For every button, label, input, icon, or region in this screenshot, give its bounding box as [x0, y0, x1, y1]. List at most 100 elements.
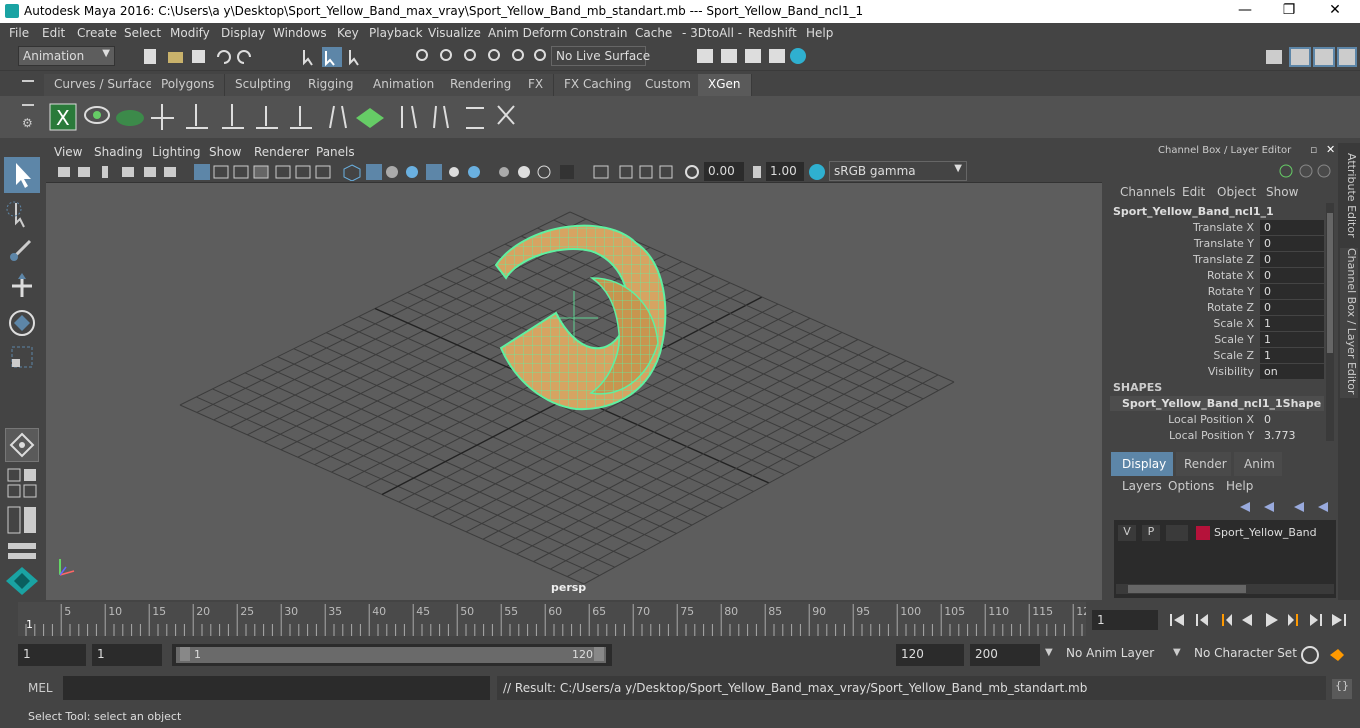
attr-value[interactable]: 0: [1260, 268, 1324, 283]
tab-attribute-editor[interactable]: Attribute Editor: [1340, 153, 1358, 238]
vp-menu-show[interactable]: Show: [209, 145, 241, 159]
playback-start-field[interactable]: 1: [92, 644, 162, 666]
exposure-field[interactable]: 0.00: [704, 162, 744, 181]
layer-row[interactable]: V P Sport_Yellow_Band: [1114, 524, 1336, 542]
attr-value[interactable]: 1: [1260, 316, 1324, 331]
layer-menu-help[interactable]: Help: [1226, 479, 1253, 493]
attr-value[interactable]: 0: [1260, 412, 1324, 427]
layout-preset-icons[interactable]: [6, 467, 40, 567]
current-frame-field[interactable]: 1: [1092, 610, 1158, 630]
attr-value[interactable]: 3.773: [1260, 428, 1324, 443]
cb-menu-channels[interactable]: Channels: [1120, 185, 1176, 199]
attr-value[interactable]: 0: [1260, 252, 1324, 267]
tab-rendering[interactable]: Rendering: [440, 74, 523, 96]
tab-custom[interactable]: Custom: [635, 74, 702, 96]
menu-playback[interactable]: Playback: [369, 26, 423, 40]
menu-visualize[interactable]: Visualize: [428, 26, 481, 40]
tab-fx[interactable]: FX: [518, 74, 555, 96]
close-panel-icon[interactable]: ✕: [1326, 143, 1335, 156]
gear-icon[interactable]: ⚙: [22, 116, 33, 130]
perspective-viewport[interactable]: persp: [46, 183, 1102, 600]
range-bar[interactable]: 1 120: [172, 644, 612, 666]
maximize-button[interactable]: ❐: [1274, 2, 1304, 18]
attr-value[interactable]: 0: [1260, 220, 1324, 235]
chevron-down-icon[interactable]: ▼: [1045, 647, 1053, 658]
attr-row-rotate-y[interactable]: Rotate Y 0: [1106, 284, 1326, 300]
sport-band-wireframe[interactable]: [46, 183, 1102, 600]
layer-playback-toggle[interactable]: P: [1142, 525, 1160, 541]
cb-menu-edit[interactable]: Edit: [1182, 185, 1205, 199]
attr-value[interactable]: on: [1260, 364, 1324, 379]
close-button[interactable]: ✕: [1320, 2, 1350, 18]
attr-row-visibility[interactable]: Visibility on: [1106, 364, 1326, 380]
layer-hscrollbar[interactable]: [1116, 584, 1334, 594]
anim-prefs-icons[interactable]: [1298, 643, 1358, 667]
live-surface-field[interactable]: No Live Surface: [551, 46, 650, 66]
layer-scroll-thumb[interactable]: [1128, 585, 1246, 593]
layer-type-toggle[interactable]: [1166, 525, 1188, 541]
layer-create-icons[interactable]: [1236, 498, 1332, 516]
vp-menu-panels[interactable]: Panels: [316, 145, 355, 159]
vp-menu-view[interactable]: View: [54, 145, 82, 159]
attr-row-local-position-x[interactable]: Local Position X 0: [1106, 412, 1326, 428]
anim-layer-dropdown[interactable]: No Anim Layer: [1062, 644, 1162, 664]
float-panel-icon[interactable]: ▫: [1310, 143, 1317, 156]
xgen-shelf-icons[interactable]: X: [46, 98, 526, 136]
menu-redshift[interactable]: Redshift: [748, 26, 797, 40]
range-handle[interactable]: 1 120: [176, 647, 606, 663]
object-name[interactable]: Sport_Yellow_Band_ncl1_1: [1113, 205, 1274, 218]
cb-scroll-thumb[interactable]: [1327, 213, 1333, 353]
tab-rigging[interactable]: Rigging: [298, 74, 365, 96]
cb-menu-object[interactable]: Object: [1217, 185, 1256, 199]
scene-start-field[interactable]: 1: [18, 644, 86, 666]
attr-value[interactable]: 0: [1260, 284, 1324, 299]
menu-constrain[interactable]: Constrain: [570, 26, 628, 40]
tab-display[interactable]: Display: [1111, 452, 1173, 476]
menuset-dropdown[interactable]: Animation ▼: [18, 46, 115, 66]
menu-key[interactable]: Key: [337, 26, 359, 40]
menu-select[interactable]: Select: [124, 26, 161, 40]
menu-modify[interactable]: Modify: [170, 26, 210, 40]
playback-end-field[interactable]: 120: [896, 644, 964, 666]
character-set-dropdown[interactable]: No Character Set: [1190, 644, 1297, 664]
tab-fx-caching[interactable]: FX Caching: [554, 74, 643, 96]
playback-controls[interactable]: [1166, 610, 1358, 630]
time-slider[interactable]: 5 10 15 20 25 30 35 40 45 50 55 60 65 70 75 80 85 90 95 100…: [0, 602, 1360, 637]
tab-anim[interactable]: Anim: [1234, 452, 1282, 476]
attr-value[interactable]: 0: [1260, 300, 1324, 315]
colorspace-dropdown[interactable]: sRGB gamma ▼: [829, 161, 967, 181]
attr-value[interactable]: 1: [1260, 348, 1324, 363]
tab-render[interactable]: Render: [1176, 452, 1231, 476]
menu-3dtoall[interactable]: - 3DtoAll -: [682, 26, 742, 40]
menu-create[interactable]: Create: [77, 26, 117, 40]
command-input[interactable]: [63, 676, 490, 700]
select-tool-button[interactable]: [4, 157, 40, 193]
vp-menu-renderer[interactable]: Renderer: [254, 145, 309, 159]
menu-cache[interactable]: Cache: [635, 26, 672, 40]
attr-row-translate-z[interactable]: Translate Z 0: [1106, 252, 1326, 268]
menu-anim-deform[interactable]: Anim Deform: [488, 26, 567, 40]
shelf-menu-icon[interactable]: [22, 80, 34, 82]
tab-polygons[interactable]: Polygons: [151, 74, 226, 96]
tab-animation[interactable]: Animation: [363, 74, 446, 96]
cb-menu-show[interactable]: Show: [1266, 185, 1298, 199]
mel-label[interactable]: MEL: [28, 681, 53, 695]
shelf-collapse-icon[interactable]: [22, 104, 34, 106]
vp-menu-lighting[interactable]: Lighting: [152, 145, 201, 159]
timeline-track[interactable]: 5 10 15 20 25 30 35 40 45 50 55 60 65 70 75 80 85 90 95 100…: [18, 602, 1090, 636]
chevron-down-icon[interactable]: ▼: [1173, 647, 1181, 658]
layer-menu-layers[interactable]: Layers: [1122, 479, 1162, 493]
attr-value[interactable]: 1: [1260, 332, 1324, 347]
menu-display[interactable]: Display: [221, 26, 265, 40]
tab-channel-box-layer-editor[interactable]: Channel Box / Layer Editor: [1340, 248, 1358, 398]
selection-mode-icons[interactable]: [298, 46, 368, 68]
cb-scrollbar[interactable]: [1326, 203, 1334, 441]
file-tools-icons[interactable]: [140, 47, 260, 67]
layer-menu-options[interactable]: Options: [1168, 479, 1214, 493]
attr-row-rotate-z[interactable]: Rotate Z 0: [1106, 300, 1326, 316]
attr-value[interactable]: 0: [1260, 236, 1324, 251]
range-start-grip[interactable]: [180, 647, 190, 661]
menu-windows[interactable]: Windows: [273, 26, 327, 40]
attr-row-scale-y[interactable]: Scale Y 1: [1106, 332, 1326, 348]
layer-visibility-toggle[interactable]: V: [1118, 525, 1136, 541]
